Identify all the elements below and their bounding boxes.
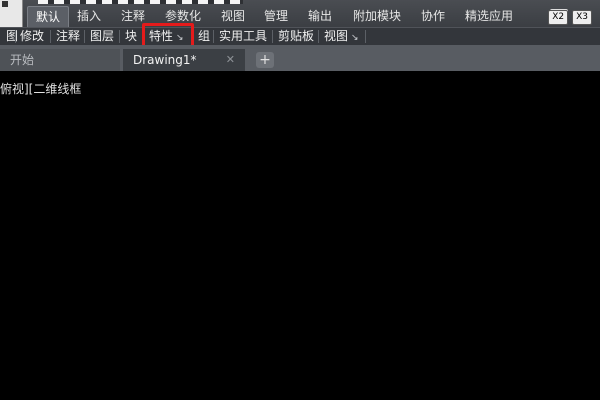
- file-tab-drawing1[interactable]: Drawing1* ✕: [123, 49, 245, 71]
- quick-access-icons: [38, 0, 243, 4]
- drawing-canvas[interactable]: 俯视][二维线框: [0, 71, 600, 400]
- panel-label: 组: [198, 29, 211, 43]
- panel-clipboard[interactable]: 剪贴板: [274, 28, 318, 45]
- panel-bar: 图 修改 注释 图层 块 特性 ↘ 组 实用工具 剪贴板 视图 ↘: [0, 27, 600, 45]
- panel-annotation[interactable]: 注释: [52, 28, 84, 45]
- file-tab-bar: 开始 Drawing1* ✕ +: [0, 45, 600, 71]
- panel-layers[interactable]: 图层: [86, 28, 118, 45]
- close-icon[interactable]: ✕: [226, 49, 235, 71]
- tab-default[interactable]: 默认: [27, 6, 70, 27]
- x3-button[interactable]: X3: [572, 10, 592, 25]
- panel-modify[interactable]: 修改: [16, 28, 48, 45]
- panel-view[interactable]: 视图 ↘: [320, 28, 363, 45]
- panel-label: 注释: [56, 29, 81, 43]
- add-tab-button[interactable]: +: [256, 52, 274, 68]
- panel-label: 实用工具: [219, 29, 268, 43]
- tab-addins[interactable]: 附加模块: [345, 6, 409, 27]
- tab-view[interactable]: 视图: [213, 6, 253, 27]
- app-menu-icon[interactable]: [2, 1, 8, 7]
- panel-label: 剪贴板: [278, 29, 315, 43]
- tab-collaborate[interactable]: 协作: [413, 6, 453, 27]
- quick-access-toolbar[interactable]: [0, 0, 23, 27]
- file-tab-label: Drawing1*: [133, 53, 197, 67]
- panel-label: 图层: [90, 29, 115, 43]
- tab-insert[interactable]: 插入: [69, 6, 109, 27]
- panel-utilities[interactable]: 实用工具: [215, 28, 271, 45]
- panel-block[interactable]: 块: [121, 28, 141, 45]
- panel-group[interactable]: 组: [194, 28, 214, 45]
- panel-label: 视图: [324, 29, 349, 43]
- x2-button[interactable]: X2: [548, 10, 569, 25]
- tab-featured-apps[interactable]: 精选应用: [457, 6, 521, 27]
- panel-label: 块: [125, 29, 138, 43]
- viewport-controls-label[interactable]: 俯视][二维线框: [0, 80, 81, 97]
- tab-manage[interactable]: 管理: [256, 6, 296, 27]
- tab-output[interactable]: 输出: [300, 6, 340, 27]
- panel-label: 修改: [20, 29, 45, 43]
- ribbon-tab-bar: 默认 插入 注释 参数化 视图 管理 输出 附加模块 协作 精选应用 X2 X3: [0, 0, 600, 28]
- file-tab-start[interactable]: 开始: [0, 49, 120, 71]
- panel-launcher-icon[interactable]: ↘: [351, 33, 359, 43]
